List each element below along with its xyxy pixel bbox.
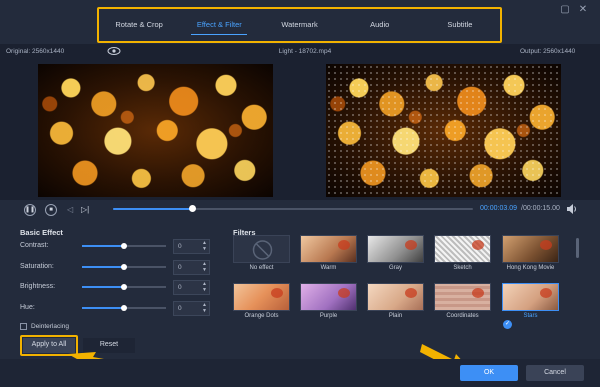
spin-down-icon[interactable]: ▼ [202,246,207,252]
pause-button[interactable]: ❚❚ [24,204,36,216]
spin-down-icon[interactable]: ▼ [202,308,207,314]
timeline-progress [113,208,193,210]
output-video-preview [326,64,561,197]
tab-audio[interactable]: Audio [340,9,420,41]
brightness-value: 0 [178,284,182,291]
next-frame-icon[interactable]: ▷| [81,204,89,216]
hue-slider-fill [82,307,124,309]
contrast-input[interactable]: 0 ▲ ▼ [173,239,210,254]
timeline-handle[interactable] [188,205,196,212]
contrast-label: Contrast: [20,242,49,249]
previous-frame-icon[interactable]: ◁ [67,204,73,216]
saturation-label: Saturation: [20,263,54,270]
filter-orange-dots[interactable] [233,283,290,311]
filter-plain-label: Plain [388,313,403,319]
output-resolution: Output: 2560x1440 [520,48,576,55]
filter-sketch-label: Sketch [453,265,472,271]
no-effect-icon [252,240,273,260]
filter-hong-kong-movie-label: Hong Kong Movie [506,265,555,271]
tab-effect-filter[interactable]: Effect & Filter [179,9,259,41]
file-name: Light - 18702.mp4 [278,48,332,55]
filter-sketch[interactable] [434,235,491,263]
saturation-input[interactable]: 0 ▲ ▼ [173,260,210,275]
filter-plain[interactable] [367,283,424,311]
hue-input[interactable]: 0 ▲ ▼ [173,301,210,316]
filter-purple[interactable] [300,283,357,311]
hue-value: 0 [178,305,182,312]
saturation-value: 0 [178,264,182,271]
minimize-icon[interactable]: ▢ [558,3,572,17]
filter-stars-label: Stars [523,313,538,319]
deinterlacing-checkbox[interactable] [20,323,27,330]
brightness-input[interactable]: 0 ▲ ▼ [173,280,210,295]
filter-stars[interactable] [502,283,559,311]
contrast-slider-handle[interactable] [121,243,127,249]
filter-gray-label: Gray [388,265,402,271]
selected-check-icon: ✓ [503,320,512,329]
filter-hong-kong-movie[interactable] [502,235,559,263]
tab-rotate-crop[interactable]: Rotate & Crop [99,9,179,41]
filter-orange-dots-label: Orange Dots [244,313,279,319]
spin-down-icon[interactable]: ▼ [202,287,207,293]
brightness-label: Brightness: [20,283,56,290]
filter-no-effect[interactable] [233,235,290,263]
original-video-preview [38,64,273,197]
saturation-slider-handle[interactable] [121,264,127,270]
original-resolution: Original: 2560x1440 [6,48,65,55]
hue-label: Hue: [20,304,35,311]
filter-coordinates-label: Coordinates [446,313,479,319]
volume-icon[interactable] [566,203,578,215]
cancel-button[interactable]: Cancel [526,365,584,381]
deinterlacing-label: Deinterlacing [31,323,69,330]
basic-effect-title: Basic Effect [20,228,63,237]
brightness-slider-fill [82,286,124,288]
current-time: 00:00:03.09 [480,205,517,212]
contrast-slider-fill [82,245,124,247]
filter-gray[interactable] [367,235,424,263]
filter-coordinates[interactable] [434,283,491,311]
stop-button[interactable]: ■ [45,204,57,216]
hue-slider-handle[interactable] [121,305,127,311]
ok-button[interactable]: OK [460,365,518,381]
tab-subtitle[interactable]: Subtitle [420,9,500,41]
filter-warm[interactable] [300,235,357,263]
filter-no-effect-label: No effect [249,265,274,271]
tab-bar: Rotate & Crop Effect & Filter Watermark … [97,7,502,43]
spin-down-icon[interactable]: ▼ [202,267,207,273]
filters-scrollbar[interactable] [576,238,579,258]
saturation-slider-fill [82,266,124,268]
eye-icon[interactable] [107,46,121,56]
contrast-value: 0 [178,243,182,250]
filter-warm-label: Warm [320,265,337,271]
filter-purple-label: Purple [319,313,338,319]
brightness-slider-handle[interactable] [121,284,127,290]
close-icon[interactable]: ✕ [576,3,590,17]
tab-watermark[interactable]: Watermark [259,9,339,41]
total-time: /00:00:15.00 [521,205,560,212]
